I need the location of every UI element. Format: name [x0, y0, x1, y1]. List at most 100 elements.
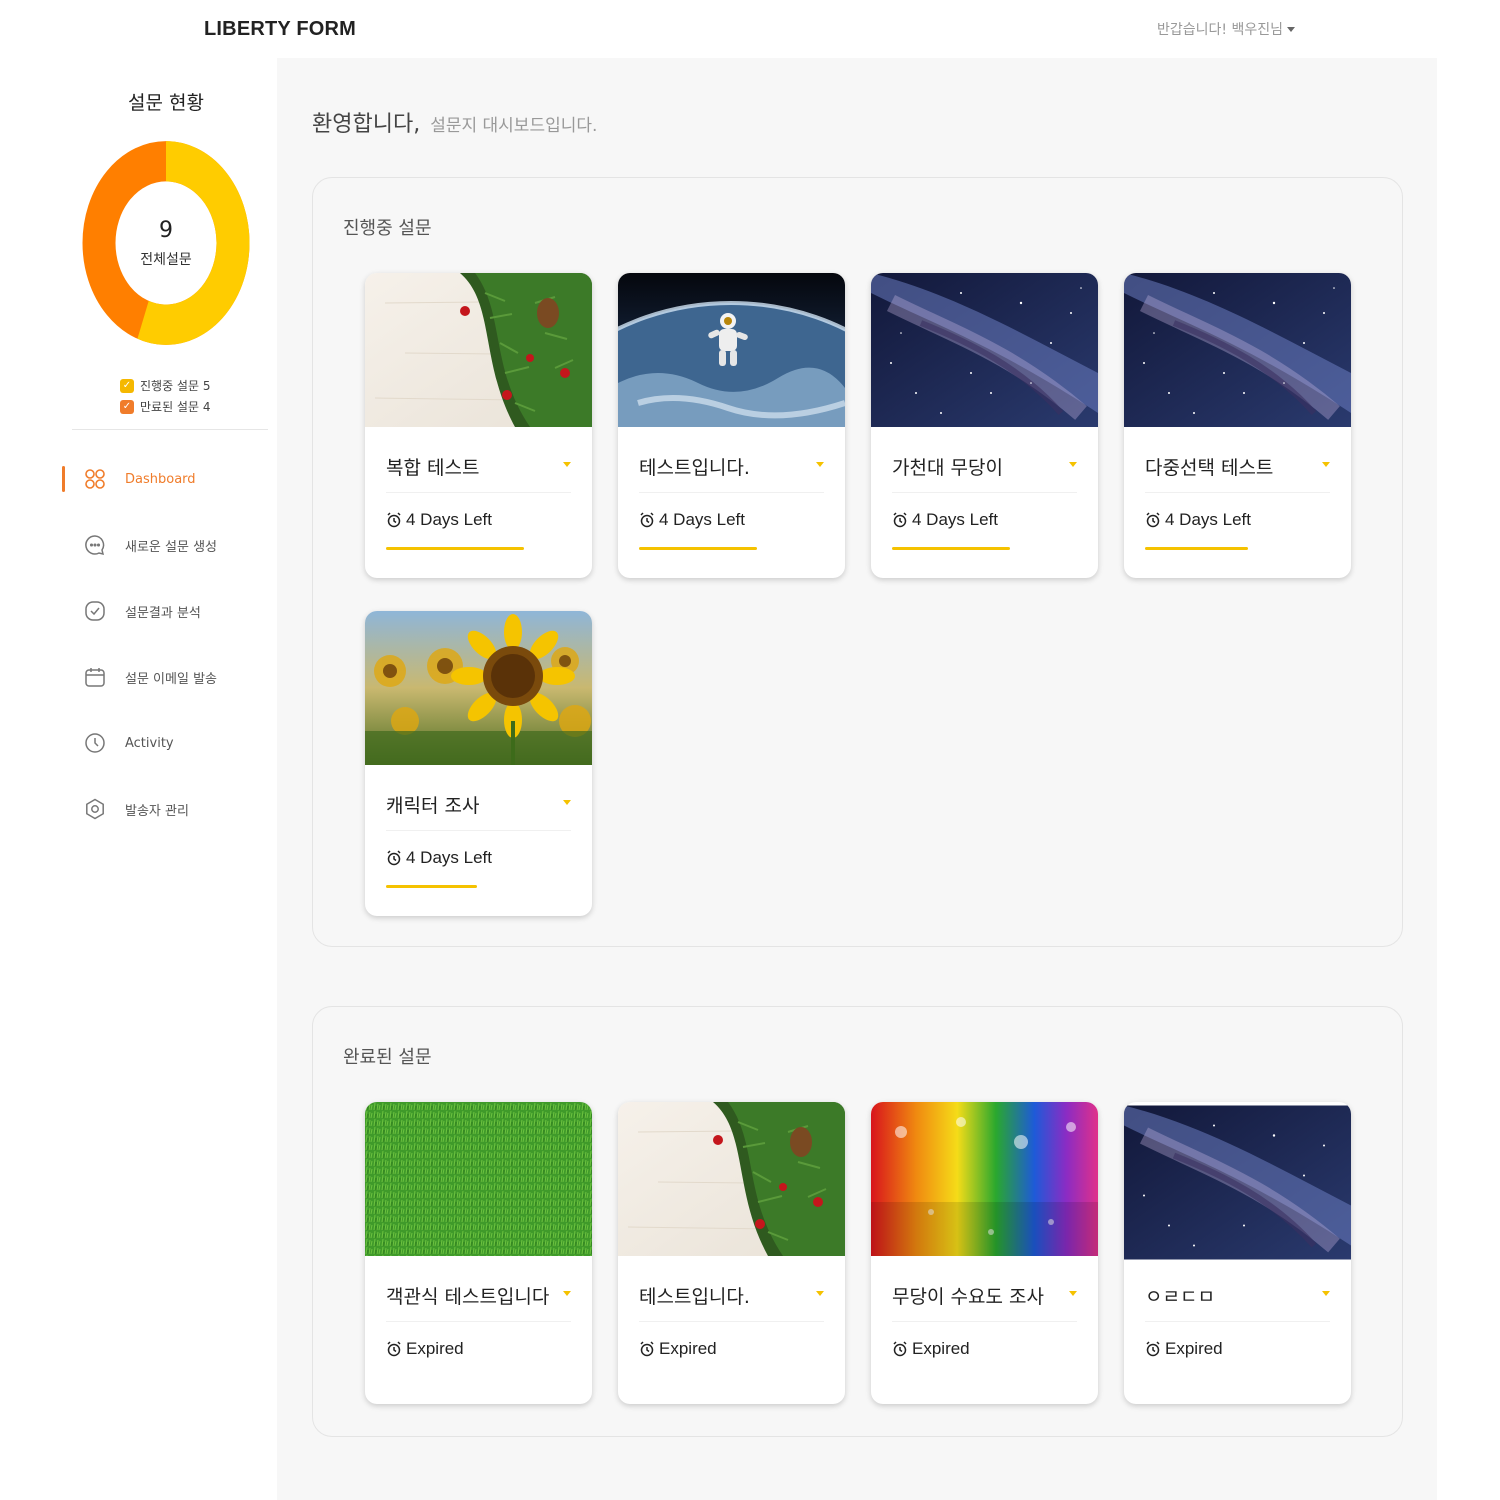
card-image-milky-way	[1124, 1105, 1351, 1260]
card-meta: Expired	[386, 1339, 464, 1359]
card-title: 캐릭터 조사	[386, 795, 480, 817]
caret-down-icon[interactable]	[563, 800, 571, 805]
ongoing-surveys-panel: 진행중 설문 복합 테스트 4 Days Left 테스트입니다. 4 Days…	[312, 177, 1403, 947]
checkbox-icon[interactable]: ✓	[120, 378, 134, 393]
brand-logo[interactable]: LIBERTY FORM	[204, 18, 356, 41]
caret-down-icon[interactable]	[1322, 462, 1330, 467]
caret-down-icon[interactable]	[563, 1291, 571, 1296]
expired-status: Expired	[1165, 1339, 1223, 1358]
progress-bar	[1145, 547, 1248, 550]
card-title-row: 복합 테스트	[386, 453, 571, 493]
survey-donut-chart: 9 전체설문	[80, 138, 252, 348]
sidebar-item-dashboard[interactable]: Dashboard	[0, 446, 277, 512]
caret-down-icon[interactable]	[1322, 1291, 1330, 1296]
settings-icon	[84, 798, 106, 820]
days-left: 4 Days Left	[406, 848, 492, 867]
caret-down-icon[interactable]	[1069, 462, 1077, 467]
chat-icon	[84, 534, 106, 556]
caret-down-icon	[1286, 26, 1295, 32]
card-image-grass	[365, 1102, 592, 1256]
nav-label: Activity	[125, 735, 174, 751]
card-title: 다중선택 테스트	[1145, 457, 1274, 479]
card-title: 테스트입니다.	[639, 1286, 750, 1308]
check-icon	[84, 600, 106, 622]
sidebar-divider	[72, 429, 268, 430]
card-image-milky-way	[1124, 273, 1351, 427]
alarm-clock-icon	[893, 512, 907, 528]
expired-status: Expired	[659, 1339, 717, 1358]
card-title-row: 무당이 수요도 조사	[892, 1282, 1077, 1322]
card-meta: Expired	[1145, 1339, 1223, 1359]
expired-status: Expired	[912, 1339, 970, 1358]
card-title-row: 객관식 테스트입니다	[386, 1282, 571, 1322]
card-meta: 4 Days Left	[386, 510, 492, 530]
progress-bar	[639, 547, 757, 550]
caret-down-icon[interactable]	[816, 462, 824, 467]
card-title: 복합 테스트	[386, 457, 480, 479]
card-title-row: 캐릭터 조사	[386, 791, 571, 831]
days-left: 4 Days Left	[659, 510, 745, 529]
days-left: 4 Days Left	[912, 510, 998, 529]
sidebar-nav: Dashboard 새로운 설문 생성 설문결과 분석 설문 이메일 발송 Ac…	[0, 446, 277, 842]
survey-card[interactable]: ㅇㄹㄷㅁ Expired	[1124, 1102, 1351, 1404]
alarm-clock-icon	[387, 850, 401, 866]
caret-down-icon[interactable]	[816, 1291, 824, 1296]
survey-card[interactable]: 테스트입니다. Expired	[618, 1102, 845, 1404]
card-image-milky-way	[871, 273, 1098, 427]
panel-title: 완료된 설문	[343, 1047, 432, 1068]
sidebar-item-email[interactable]: 설문 이메일 발송	[0, 644, 277, 710]
donut-legend: ✓ 진행중 설문 5 ✓ 만료된 설문 4	[120, 375, 210, 417]
legend-item-ongoing[interactable]: ✓ 진행중 설문 5	[120, 375, 210, 396]
top-bar: LIBERTY FORM 반갑습니다! 백우진님	[0, 0, 1500, 58]
survey-card[interactable]: 복합 테스트 4 Days Left	[365, 273, 592, 578]
welcome-text: 환영합니다,	[312, 112, 421, 137]
alarm-clock-icon	[640, 512, 654, 528]
card-meta: Expired	[639, 1339, 717, 1359]
card-image-pine-branch	[365, 273, 592, 427]
checkbox-icon[interactable]: ✓	[120, 399, 134, 414]
card-meta: 4 Days Left	[639, 510, 745, 530]
nav-label: 설문 이메일 발송	[125, 671, 217, 687]
main-content: 환영합니다, 설문지 대시보드입니다. 진행중 설문 복합 테스트 4 Days…	[277, 58, 1437, 1500]
sidebar-item-new-survey[interactable]: 새로운 설문 생성	[0, 512, 277, 578]
card-title: 객관식 테스트입니다	[386, 1286, 550, 1308]
legend-label: 진행중 설문 5	[140, 379, 211, 393]
progress-bar	[386, 885, 477, 888]
welcome-subtext: 설문지 대시보드입니다.	[430, 116, 598, 136]
card-title-row: ㅇㄹㄷㅁ	[1145, 1282, 1330, 1322]
survey-card[interactable]: 가천대 무당이 4 Days Left	[871, 273, 1098, 578]
days-left: 4 Days Left	[1165, 510, 1251, 529]
card-meta: 4 Days Left	[386, 848, 492, 868]
caret-down-icon[interactable]	[563, 462, 571, 467]
card-title-row: 가천대 무당이	[892, 453, 1077, 493]
caret-down-icon[interactable]	[1069, 1291, 1077, 1296]
card-meta: Expired	[892, 1339, 970, 1359]
user-menu[interactable]: 반갑습니다! 백우진님	[1157, 19, 1295, 39]
alarm-clock-icon	[640, 1341, 654, 1357]
alarm-clock-icon	[387, 512, 401, 528]
nav-label: 새로운 설문 생성	[125, 539, 217, 555]
calendar-icon	[84, 666, 106, 688]
survey-card[interactable]: 객관식 테스트입니다 Expired	[365, 1102, 592, 1404]
progress-bar	[892, 547, 1010, 550]
user-greeting: 반갑습니다! 백우진님	[1157, 22, 1283, 38]
card-title-row: 다중선택 테스트	[1145, 453, 1330, 493]
survey-card[interactable]: 다중선택 테스트 4 Days Left	[1124, 273, 1351, 578]
sidebar-item-activity[interactable]: Activity	[0, 710, 277, 776]
panel-title: 진행중 설문	[343, 218, 432, 239]
card-title: 가천대 무당이	[892, 457, 1003, 479]
nav-label: Dashboard	[125, 471, 196, 487]
days-left: 4 Days Left	[406, 510, 492, 529]
clock-icon	[84, 732, 106, 754]
welcome-heading: 환영합니다, 설문지 대시보드입니다.	[312, 106, 597, 138]
survey-card[interactable]: 캐릭터 조사 4 Days Left	[365, 611, 592, 916]
sidebar-item-senders[interactable]: 발송자 관리	[0, 776, 277, 842]
legend-item-completed[interactable]: ✓ 만료된 설문 4	[120, 396, 210, 417]
total-label: 전체설문	[140, 251, 192, 268]
sidebar-item-analysis[interactable]: 설문결과 분석	[0, 578, 277, 644]
survey-card[interactable]: 무당이 수요도 조사 Expired	[871, 1102, 1098, 1404]
survey-card[interactable]: 테스트입니다. 4 Days Left	[618, 273, 845, 578]
nav-label: 설문결과 분석	[125, 605, 201, 621]
legend-label: 만료된 설문 4	[140, 400, 211, 414]
card-image-rainbow-glitter	[871, 1102, 1098, 1256]
